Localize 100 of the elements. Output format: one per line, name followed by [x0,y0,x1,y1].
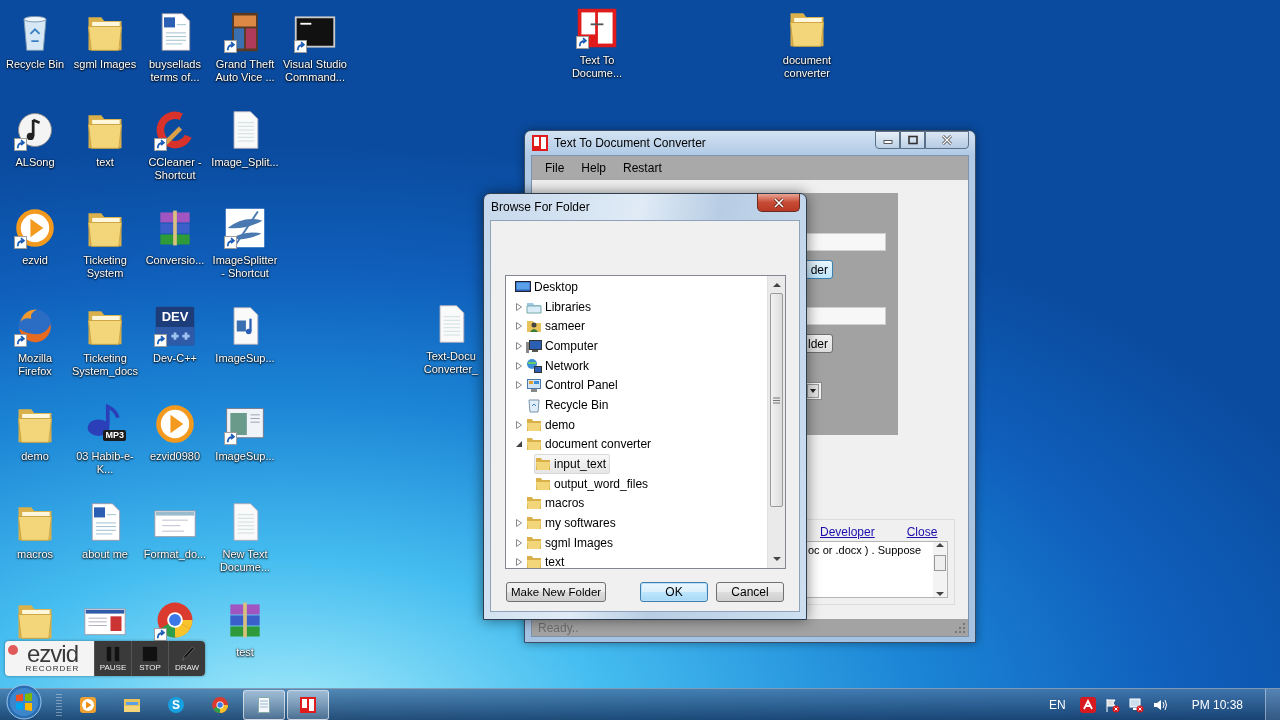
icon-label[interactable]: Text To Docume... [562,54,632,80]
play-icon [13,206,57,250]
icon-label[interactable]: Mozilla Firefox [0,352,70,378]
clock[interactable]: PM 10:38 [1191,697,1243,712]
circle-logo-icon [210,694,230,715]
antivirus-icon [1079,696,1096,713]
trash-can-icon [526,396,542,413]
tree-item[interactable]: Desktop [514,276,583,297]
maximize-button[interactable] [900,131,925,149]
icon-label[interactable]: ImageSup... [215,352,275,365]
pause-icon [105,645,121,662]
folder-icon [526,554,542,568]
link[interactable]: Close [906,525,938,539]
icon-label[interactable]: Visual Studio Command... [280,58,350,84]
play-icon [78,694,98,715]
dialog-title: Browse For Folder [491,200,590,214]
show-desktop-button[interactable] [1265,689,1280,720]
folder-icon [526,534,542,551]
scroll-up-icon [772,282,781,287]
icon-label[interactable]: text [96,156,114,169]
dialog-button[interactable]: OK [640,582,708,602]
icon-label[interactable]: Dev-C++ [153,352,197,365]
tree-item[interactable]: document converter [525,434,656,455]
letter-logo-icon: S [168,696,184,713]
stop-icon [142,645,158,662]
tree-item[interactable]: Recycle Bin [525,394,613,415]
icon-label[interactable]: CCleaner - Shortcut [140,156,210,182]
menu-item[interactable]: File [545,161,565,175]
taskbar-button[interactable] [287,689,329,720]
icon-label[interactable]: Ticketing System_docs [70,352,140,378]
menu-item[interactable]: Help [581,161,607,175]
folder-icon [526,416,542,433]
folder-icon [535,456,551,473]
document-pair-icon [532,135,548,151]
folder-icon [526,436,542,453]
computer-icon [526,337,542,354]
maximize-icon [907,135,918,145]
icon-caption: DEV [160,309,190,324]
icon-label[interactable]: Text-Docu Converter_ [420,350,482,376]
scrollbar[interactable] [767,276,785,568]
icon-label[interactable]: ALSong [15,156,55,169]
menu-item[interactable]: Restart [623,161,662,175]
close-button[interactable] [757,194,800,212]
recorder-button[interactable]: STOP [131,641,168,676]
recorder-button[interactable]: DRAW [168,641,205,676]
plus-square-icon [153,304,197,348]
document-pair-icon [298,694,318,715]
link[interactable]: Developer [820,525,875,539]
control-panel-icon [526,377,542,394]
tree-item[interactable]: Network [525,355,593,376]
recorder-button[interactable]: PAUSE [94,641,131,676]
tree-item[interactable]: sameer [525,316,589,337]
dialog-button[interactable]: Cancel [716,582,784,602]
tree-item[interactable]: Control Panel [525,375,622,396]
tree-item[interactable]: input_text [534,454,611,475]
tree-item[interactable]: macros [525,493,589,514]
tree-item[interactable]: Computer [525,335,602,356]
icon-label[interactable]: Grand Theft Auto Vice ... [210,58,280,84]
scroll-down-icon [772,557,781,562]
icon-label[interactable]: Image_Split... [211,156,279,169]
record-dot-icon [8,645,18,655]
start-button[interactable] [4,683,44,720]
close-icon [941,134,953,146]
tree-item[interactable]: Libraries [525,296,596,317]
window-logo-orb-icon [6,683,42,720]
splitter-logo-icon [223,206,267,250]
window-title: Text To Document Converter [554,136,706,150]
tree-item[interactable]: demo [525,414,580,435]
tree-item[interactable]: output_word_files [534,473,653,494]
tree-item[interactable]: sgml Images [525,532,618,553]
icon-label[interactable]: Ticketing System [70,254,140,280]
user-folder-icon [526,318,542,335]
recorder-logo: ezvid [27,644,78,664]
text-area[interactable]: oc or .docx ) . Suppose [804,541,948,598]
close-button[interactable] [925,131,969,149]
flag-alert-icon [1103,696,1120,713]
dialog-button[interactable]: Make New Folder [506,582,607,602]
icon-label[interactable]: sgml Images [73,58,137,71]
folder-icon [526,495,542,512]
close-icon [772,196,785,209]
tree-item[interactable]: my softwares [525,513,620,534]
icon-label[interactable]: ezvid [22,254,48,267]
language-indicator[interactable]: EN [1048,697,1066,712]
icon-caption: MP3 [103,430,126,441]
icon-label[interactable]: Recycle Bin [5,58,65,71]
scroll-down-icon [936,592,944,597]
monitor-icon [515,278,531,295]
document-pair-icon [575,6,619,50]
pen-icon [179,645,195,662]
icon-label[interactable]: Conversio... [145,254,205,267]
minimize-button[interactable] [875,131,900,149]
scrollbar[interactable] [933,542,947,597]
icon-label[interactable]: buysellads terms of... [140,58,210,84]
icon-label[interactable]: ImageSplitter - Shortcut [210,254,280,280]
taskbar-button[interactable] [243,689,285,720]
recorder-subtitle: RECORDER [25,664,80,673]
tree-item[interactable]: text [525,552,569,568]
scroll-up-icon [936,542,944,547]
icon-label[interactable]: document converter [772,54,842,80]
resize-grip-icon [954,621,966,634]
